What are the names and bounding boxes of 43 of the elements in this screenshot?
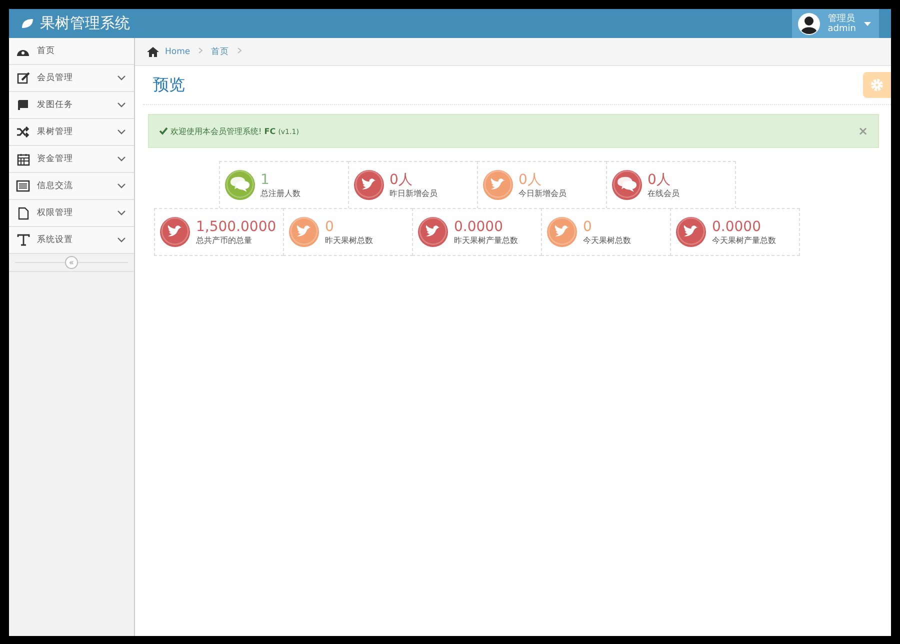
stat-value: 0 (583, 218, 593, 234)
sidebar-item[interactable]: 权限管理 (9, 200, 134, 227)
sidebar-item[interactable]: 果树管理 (9, 119, 134, 146)
stat-value: 0人 (518, 172, 542, 188)
page-title: 预览 (153, 74, 185, 96)
list-icon (16, 180, 30, 192)
chevron-right-icon (198, 46, 204, 54)
stat-label: 昨日新增会员 (390, 188, 438, 198)
caret-icon (864, 22, 871, 26)
settings-icon (870, 78, 884, 92)
file-icon (18, 206, 28, 220)
stat-value: 0人 (648, 172, 672, 188)
stat-label: 总注册人数 (260, 188, 300, 198)
shuffle-icon (16, 126, 30, 138)
leaf-icon (21, 18, 34, 29)
chevron-right-icon (237, 46, 242, 54)
stat-label: 今天果树产量总数 (712, 234, 776, 246)
sidebar-item[interactable]: 资金管理 (9, 146, 134, 173)
stat-value: 0.0000 (454, 218, 504, 234)
sidebar-item[interactable]: 信息交流 (9, 173, 134, 200)
check-icon (159, 127, 168, 135)
stat-value: 0 (325, 218, 335, 234)
app-title: 果树管理系统 (40, 14, 130, 33)
text-icon (16, 234, 30, 246)
sidebar-item[interactable]: 会员管理 (9, 65, 134, 92)
stat-label: 总共产币的总量 (196, 234, 253, 246)
edit-icon (16, 72, 30, 84)
stat-label: 今天果树总数 (583, 234, 631, 246)
calendar-icon (16, 152, 30, 166)
stat-value: 1 (260, 172, 270, 188)
sidebar-item[interactable]: 发图任务 (9, 92, 134, 119)
sidebar-item[interactable]: 系统设置 (9, 227, 134, 254)
sidebar-item[interactable]: 首页 (9, 38, 134, 65)
avatar-icon (798, 12, 820, 34)
stat-label: 在线会员 (648, 188, 680, 198)
stat-label: 昨天果树产量总数 (454, 234, 518, 246)
stat-label: 昨天果树总数 (325, 234, 373, 246)
home-icon (147, 46, 159, 56)
settings-button[interactable] (863, 72, 891, 98)
stat-value: 0人 (390, 172, 414, 188)
stat-value: 1,500.0000 (196, 218, 276, 234)
stat-value: 0.0000 (712, 218, 762, 234)
stat-label: 今日新增会员 (518, 188, 566, 198)
